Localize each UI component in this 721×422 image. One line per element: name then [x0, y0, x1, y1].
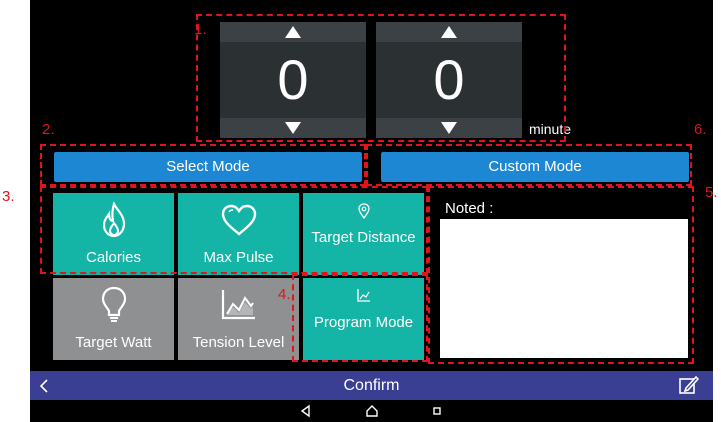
tile-label: Calories	[85, 249, 142, 266]
annotation-6: 6.	[694, 121, 707, 138]
spinner-value: 0	[277, 48, 309, 111]
triangle-down-icon	[285, 122, 301, 134]
back-button[interactable]	[38, 371, 62, 400]
annotation-2: 2.	[42, 121, 55, 138]
nav-home-button[interactable]	[364, 403, 380, 419]
edit-icon	[679, 375, 700, 394]
triangle-down-icon	[441, 122, 457, 134]
tile-program-mode[interactable]: Program Mode	[303, 278, 424, 360]
system-navigation-bar	[30, 400, 713, 422]
lightbulb-icon	[101, 286, 126, 322]
notes-textarea[interactable]	[440, 219, 688, 358]
chart-icon	[356, 289, 370, 302]
flame-icon	[102, 201, 125, 238]
select-mode-button[interactable]: Select Mode	[54, 152, 362, 182]
location-pin-icon	[357, 203, 370, 219]
nav-recents-icon	[433, 407, 441, 415]
tile-max-pulse[interactable]: Max Pulse	[178, 193, 299, 275]
custom-mode-button[interactable]: Custom Mode	[381, 152, 689, 182]
spinner-decrement-button[interactable]	[376, 118, 522, 138]
annotation-1: 1.	[194, 21, 207, 38]
triangle-up-icon	[285, 26, 301, 38]
nav-back-icon	[300, 404, 310, 418]
chevron-left-icon	[39, 379, 48, 393]
time-spinner-second[interactable]: 0	[376, 22, 522, 138]
app-screen: 0 0 minute Select Mode Custom Mode Calor…	[30, 0, 713, 422]
tile-tension-level[interactable]: Tension Level	[178, 278, 299, 360]
confirm-button[interactable]: Confirm	[320, 371, 423, 400]
tile-target-distance[interactable]: Target Distance	[303, 193, 424, 275]
edit-button[interactable]	[678, 374, 700, 396]
tile-label: Program Mode	[313, 314, 414, 331]
tile-label: Tension Level	[192, 334, 285, 351]
spinner-decrement-button[interactable]	[220, 118, 366, 138]
time-unit-label: minute	[529, 121, 572, 137]
nav-back-button[interactable]	[298, 403, 314, 419]
heart-icon	[221, 204, 256, 236]
nav-home-icon	[366, 405, 378, 417]
notes-title: Noted :	[445, 200, 494, 217]
nav-recents-button[interactable]	[429, 403, 445, 419]
spinner-increment-button[interactable]	[220, 22, 366, 42]
tile-calories[interactable]: Calories	[53, 193, 174, 275]
spinner-value: 0	[433, 48, 465, 111]
triangle-up-icon	[441, 26, 457, 38]
tile-target-watt[interactable]: Target Watt	[53, 278, 174, 360]
time-spinner-first[interactable]: 0	[220, 22, 366, 138]
confirm-bar: Confirm	[30, 371, 713, 400]
tile-label: Target Distance	[311, 229, 416, 246]
tile-label: Target Watt	[75, 334, 152, 351]
area-chart-icon	[221, 290, 255, 320]
spinner-increment-button[interactable]	[376, 22, 522, 42]
tile-label: Max Pulse	[203, 249, 274, 266]
annotation-3: 3.	[2, 188, 15, 205]
